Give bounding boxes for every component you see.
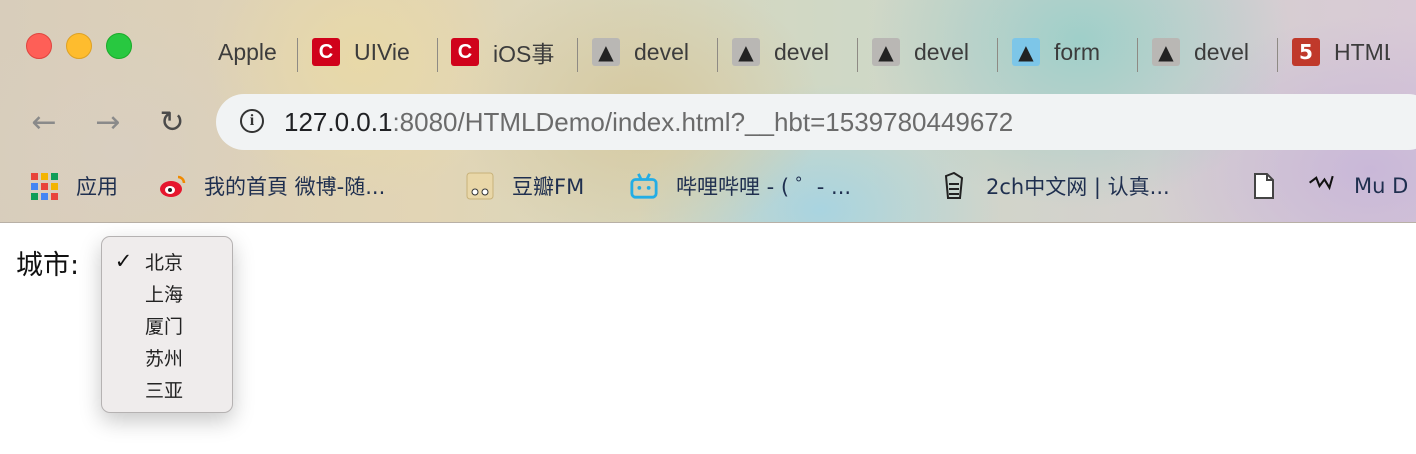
bookmark-douban-fm[interactable]: 豆瓣FM <box>466 168 584 204</box>
tab-apple[interactable]: Apple <box>176 34 286 70</box>
zoom-window-button[interactable] <box>106 33 132 59</box>
city-select-dropdown[interactable]: ✓ 北京 上海 厦门 苏州 三亚 <box>101 236 233 413</box>
city-option-sanya[interactable]: 三亚 <box>102 373 232 405</box>
city-option-xiamen[interactable]: 厦门 <box>102 309 232 341</box>
reload-button[interactable]: ↻ <box>156 104 188 140</box>
tab-separator <box>997 38 998 72</box>
close-window-button[interactable] <box>26 33 52 59</box>
html5-icon: 5 <box>1292 38 1320 66</box>
tab-form[interactable]: ▲ form <box>1012 34 1122 70</box>
forward-button[interactable]: → <box>92 104 124 140</box>
tab-ios[interactable]: C iOS事 <box>451 34 571 70</box>
github-icon: ▲ <box>872 38 900 66</box>
info-icon[interactable]: i <box>240 109 264 133</box>
minimize-window-button[interactable] <box>66 33 92 59</box>
url-path: :8080/HTMLDemo/index.html?__hbt=15397804… <box>392 107 1014 137</box>
url-text[interactable]: 127.0.0.1:8080/HTMLDemo/index.html?__hbt… <box>284 104 1013 140</box>
bookmark-document[interactable] <box>1250 168 1296 204</box>
bookmark-mu[interactable]: Mu D <box>1308 168 1408 204</box>
checkmark-icon: ✓ <box>114 249 133 273</box>
github-icon: ▲ <box>592 38 620 66</box>
reload-icon: ↻ <box>159 104 185 140</box>
tab-separator <box>1137 38 1138 72</box>
tab-separator <box>437 38 438 72</box>
csdn-icon: C <box>451 38 479 66</box>
tab-devel-1[interactable]: ▲ devel <box>592 34 702 70</box>
city-label: 城市: <box>16 250 80 281</box>
tab-devel-2[interactable]: ▲ devel <box>732 34 842 70</box>
tab-separator <box>717 38 718 72</box>
document-icon <box>1250 172 1278 200</box>
browser-chrome: Apple C UIVie C iOS事 ▲ devel ▲ devel ▲ d… <box>0 0 1416 223</box>
apple-icon <box>176 38 204 66</box>
csdn-icon: C <box>312 38 340 66</box>
url-host: 127.0.0.1 <box>284 107 393 137</box>
city-option-shanghai[interactable]: 上海 <box>102 277 232 309</box>
city-option-beijing[interactable]: ✓ 北京 <box>102 245 232 277</box>
tab-separator <box>857 38 858 72</box>
github-icon: ▲ <box>1152 38 1180 66</box>
tab-uiview[interactable]: C UIVie <box>312 34 432 70</box>
tab-html[interactable]: 5 HTML <box>1292 34 1402 70</box>
tab-devel-4[interactable]: ▲ devel <box>1152 34 1262 70</box>
back-arrow-icon: ← <box>31 104 57 140</box>
city-option-suzhou[interactable]: 苏州 <box>102 341 232 373</box>
bookmark-apps[interactable]: 应用 <box>30 168 118 204</box>
2ch-icon <box>940 172 968 200</box>
bookmark-weibo[interactable]: 我的首頁 微博-随... <box>158 168 385 204</box>
mu-icon <box>1308 172 1336 200</box>
forward-arrow-icon: → <box>95 104 121 140</box>
bookmark-bilibili[interactable]: 哔哩哔哩 - ( ゜- ... <box>630 168 851 204</box>
tab-separator <box>1277 38 1278 72</box>
apps-grid-icon <box>30 172 58 200</box>
back-button[interactable]: ← <box>28 104 60 140</box>
bookmark-2ch[interactable]: 2ch中文网 | 认真... <box>940 168 1170 204</box>
github-icon: ▲ <box>732 38 760 66</box>
bilibili-icon <box>630 172 658 200</box>
tab-devel-3[interactable]: ▲ devel <box>872 34 982 70</box>
github-blue-icon: ▲ <box>1012 38 1040 66</box>
tab-separator <box>297 38 298 72</box>
douban-fm-icon <box>466 172 494 200</box>
tab-separator <box>577 38 578 72</box>
weibo-icon <box>158 172 186 200</box>
